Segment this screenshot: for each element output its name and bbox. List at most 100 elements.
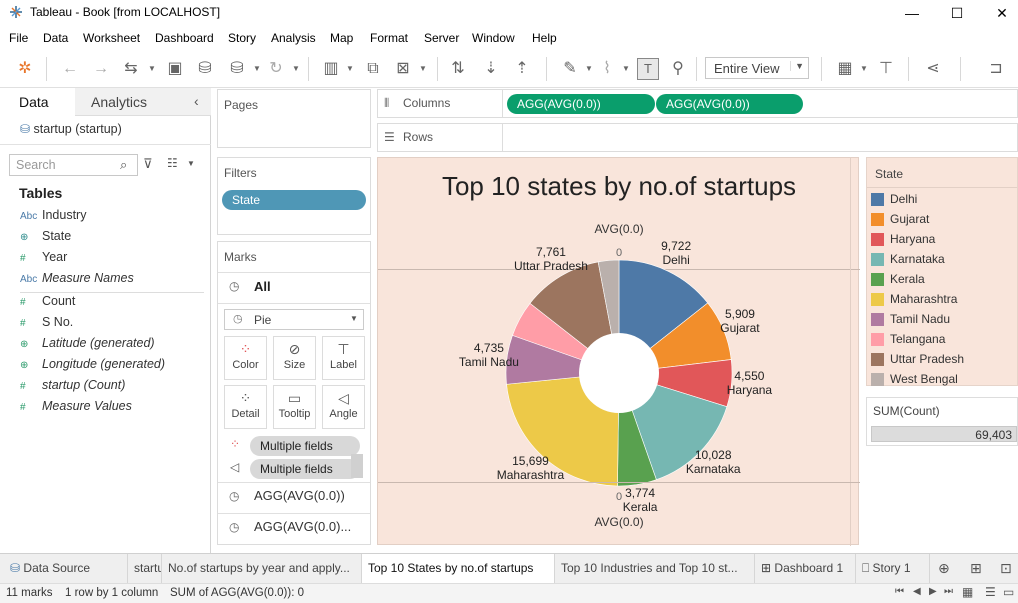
view-list-icon[interactable]: ☷ — [167, 156, 178, 170]
new-sheet-icon[interactable]: ▥ — [320, 58, 342, 80]
sort-desc-icon[interactable]: ⇡ — [511, 58, 533, 80]
legend-item-maharashtra[interactable]: Maharashtra — [871, 290, 1017, 310]
color-field-pill[interactable]: Multiple fields — [250, 436, 360, 456]
tab-story-1[interactable]: ⎕ Story 1 — [856, 554, 930, 583]
scrollbar[interactable] — [351, 454, 363, 478]
grid-view-icon[interactable]: ▦ — [962, 585, 973, 599]
back-icon[interactable]: ← — [59, 58, 81, 80]
swap-icon[interactable]: ⇆ — [120, 58, 142, 80]
text-label-icon[interactable]: T — [637, 58, 659, 80]
chevron-down-icon[interactable]: ▼ — [790, 61, 804, 71]
chevron-down-icon[interactable]: ▼ — [148, 64, 156, 73]
mark-label-button[interactable]: ⊤ Label — [322, 336, 365, 380]
legend-item-tamil-nadu[interactable]: Tamil Nadu — [871, 310, 1017, 330]
menu-help[interactable]: Help — [532, 31, 557, 45]
donut-hole[interactable] — [579, 333, 659, 413]
field-industry[interactable]: Abc Industry — [20, 208, 86, 228]
menu-format[interactable]: Format — [370, 31, 408, 45]
menu-file[interactable]: File — [9, 31, 28, 45]
menu-analysis[interactable]: Analysis — [271, 31, 316, 45]
tab-dashboard-1[interactable]: ⊞ Dashboard 1 — [755, 554, 856, 583]
close-button[interactable]: ✕ — [982, 2, 1018, 24]
tab-data[interactable]: Data — [0, 88, 75, 116]
format-painter-icon[interactable]: ⊐ — [985, 58, 1007, 80]
tab-sheet-3[interactable]: Top 10 States by no.of startups — [362, 554, 555, 583]
menu-map[interactable]: Map — [330, 31, 353, 45]
pause-icon[interactable]: ⛁ — [226, 58, 248, 80]
columns-shelf[interactable]: ⦀ Columns AGG(AVG(0.0)) AGG(AVG(0.0)) — [377, 89, 1018, 118]
column-pill-2[interactable]: AGG(AVG(0.0)) — [656, 94, 803, 114]
tab-sheet-4[interactable]: Top 10 Industries and Top 10 st... — [555, 554, 755, 583]
new-datasource-icon[interactable]: ⛁ — [194, 58, 216, 80]
nav-next-icon[interactable]: ▶ — [929, 586, 937, 597]
search-input[interactable]: Search ⌕ — [9, 154, 138, 176]
chevron-down-icon[interactable]: ▼ — [292, 64, 300, 73]
filters-shelf[interactable]: Filters State — [217, 157, 371, 235]
list-view-icon[interactable]: ☰ — [985, 585, 996, 599]
rows-shelf[interactable]: ☰ Rows — [377, 123, 1018, 152]
new-dashboard-icon[interactable]: ⊞ — [970, 560, 982, 577]
minimize-button[interactable]: — — [892, 2, 932, 24]
marks-section-2[interactable]: AGG(AVG(0.0)... — [254, 519, 351, 534]
field-year[interactable]: # Year — [20, 250, 67, 270]
datasource-item[interactable]: ⛁ startup (startup) — [20, 122, 122, 136]
field-longitude[interactable]: ⊕ Longitude (generated) — [20, 357, 165, 377]
legend-item-west-bengal[interactable]: West Bengal — [871, 370, 1017, 390]
legend-item-telangana[interactable]: Telangana — [871, 330, 1017, 350]
highlight-icon[interactable]: ✎ — [559, 58, 581, 80]
film-view-icon[interactable]: ▭ — [1003, 585, 1014, 599]
field-count[interactable]: # Count — [20, 294, 75, 314]
legend-item-delhi[interactable]: Delhi — [871, 190, 1017, 210]
fit-view-select[interactable]: Entire View ▼ — [705, 57, 809, 79]
menu-server[interactable]: Server — [424, 31, 459, 45]
show-me-icon[interactable]: ▦ — [834, 58, 856, 80]
nav-last-icon[interactable]: ⏭ — [944, 586, 953, 597]
filter-icon[interactable]: ⊽ — [143, 156, 153, 172]
mark-tooltip-button[interactable]: ▭ Tooltip — [273, 385, 316, 429]
tab-sheet-1[interactable]: startu... — [128, 554, 162, 583]
field-startup-count[interactable]: # startup (Count) — [20, 378, 125, 398]
field-measure-values[interactable]: # Measure Values — [20, 399, 132, 419]
sort-asc-icon[interactable]: ⇣ — [480, 58, 502, 80]
swap-axes-icon[interactable]: ⇅ — [447, 58, 469, 80]
tab-sheet-2[interactable]: No.of startups by year and apply... — [162, 554, 362, 583]
menu-window[interactable]: Window — [472, 31, 515, 45]
share-icon[interactable]: ⋖ — [922, 58, 944, 80]
maximize-button[interactable]: ☐ — [937, 2, 977, 24]
clip-icon[interactable]: ⌇ — [596, 58, 618, 80]
legend-item-uttar-pradesh[interactable]: Uttar Pradesh — [871, 350, 1017, 370]
chevron-down-icon[interactable]: ▼ — [187, 159, 195, 168]
field-measure-names[interactable]: Abc Measure Names — [20, 271, 134, 291]
new-story-icon[interactable]: ⊡ — [1000, 560, 1012, 577]
menu-story[interactable]: Story — [228, 31, 256, 45]
mark-size-button[interactable]: ⊘ Size — [273, 336, 316, 380]
tableau-logo-icon[interactable]: ✲ — [14, 58, 36, 80]
mark-color-button[interactable]: ⁘ Color — [224, 336, 267, 380]
menu-data[interactable]: Data — [43, 31, 68, 45]
filter-pill-state[interactable]: State — [222, 190, 366, 210]
collapse-pane-icon[interactable]: ‹ — [194, 93, 199, 109]
field-state[interactable]: ⊕ State — [20, 229, 71, 249]
tab-data-source[interactable]: ⛁ Data Source — [0, 554, 128, 583]
duplicate-icon[interactable]: ⧉ — [362, 58, 384, 80]
legend-item-karnataka[interactable]: Karnataka — [871, 250, 1017, 270]
save-icon[interactable]: ▣ — [164, 58, 186, 80]
mark-detail-button[interactable]: ⁘ Detail — [224, 385, 267, 429]
field-s-no[interactable]: # S No. — [20, 315, 73, 335]
clear-icon[interactable]: ⊠ — [392, 58, 414, 80]
marks-all-label[interactable]: All — [254, 279, 271, 294]
refresh-icon[interactable]: ↻ — [265, 58, 287, 80]
new-worksheet-icon[interactable]: ⊕ — [938, 560, 950, 577]
mark-angle-button[interactable]: ◁ Angle — [322, 385, 365, 429]
nav-first-icon[interactable]: ⏮ — [895, 586, 904, 597]
chevron-down-icon[interactable]: ▼ — [419, 64, 427, 73]
legend-item-gujarat[interactable]: Gujarat — [871, 210, 1017, 230]
chevron-down-icon[interactable]: ▼ — [860, 64, 868, 73]
legend-item-kerala[interactable]: Kerala — [871, 270, 1017, 290]
tab-analytics[interactable]: Analytics ‹ — [75, 88, 211, 116]
pages-shelf[interactable]: Pages — [217, 89, 371, 148]
menu-dashboard[interactable]: Dashboard — [155, 31, 214, 45]
chevron-down-icon[interactable]: ▼ — [585, 64, 593, 73]
marks-section-1[interactable]: AGG(AVG(0.0)) — [254, 488, 345, 503]
mark-type-select[interactable]: ◷ Pie ▼ — [224, 309, 364, 330]
